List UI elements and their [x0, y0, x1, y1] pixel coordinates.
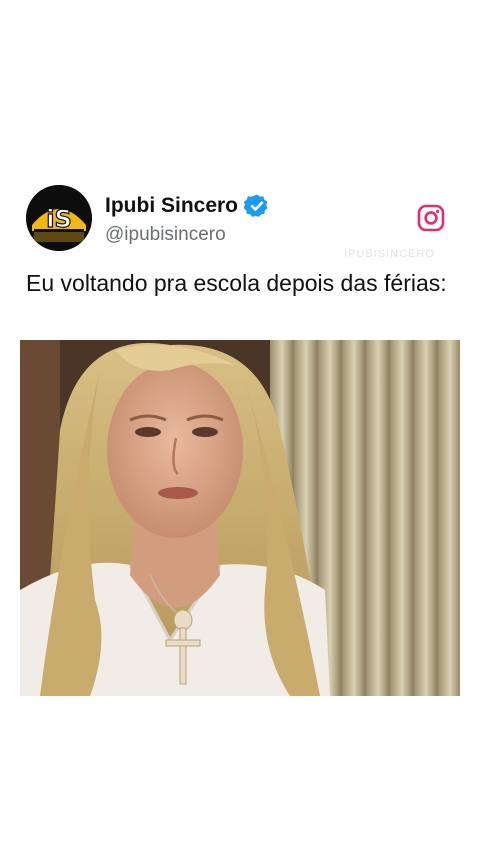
instagram-icon[interactable]	[417, 204, 445, 232]
avatar-logo-icon: iS	[26, 185, 92, 251]
verified-badge-icon	[244, 194, 268, 218]
tweet-card: iS Ipubi Sincero @ipubisincero IPUBISINC…	[0, 0, 480, 854]
post-caption: Eu voltando pra escola depois das férias…	[26, 270, 447, 296]
author-name-row: Ipubi Sincero	[105, 193, 270, 219]
video-frame-image	[20, 340, 460, 696]
post-video-frame[interactable]	[20, 340, 460, 696]
author-handle[interactable]: @ipubisincero	[105, 224, 226, 246]
watermark: IPUBISINCERO	[344, 248, 435, 260]
avatar-text: iS	[46, 205, 72, 233]
author-name[interactable]: Ipubi Sincero	[105, 194, 238, 218]
avatar[interactable]: iS	[26, 185, 92, 251]
